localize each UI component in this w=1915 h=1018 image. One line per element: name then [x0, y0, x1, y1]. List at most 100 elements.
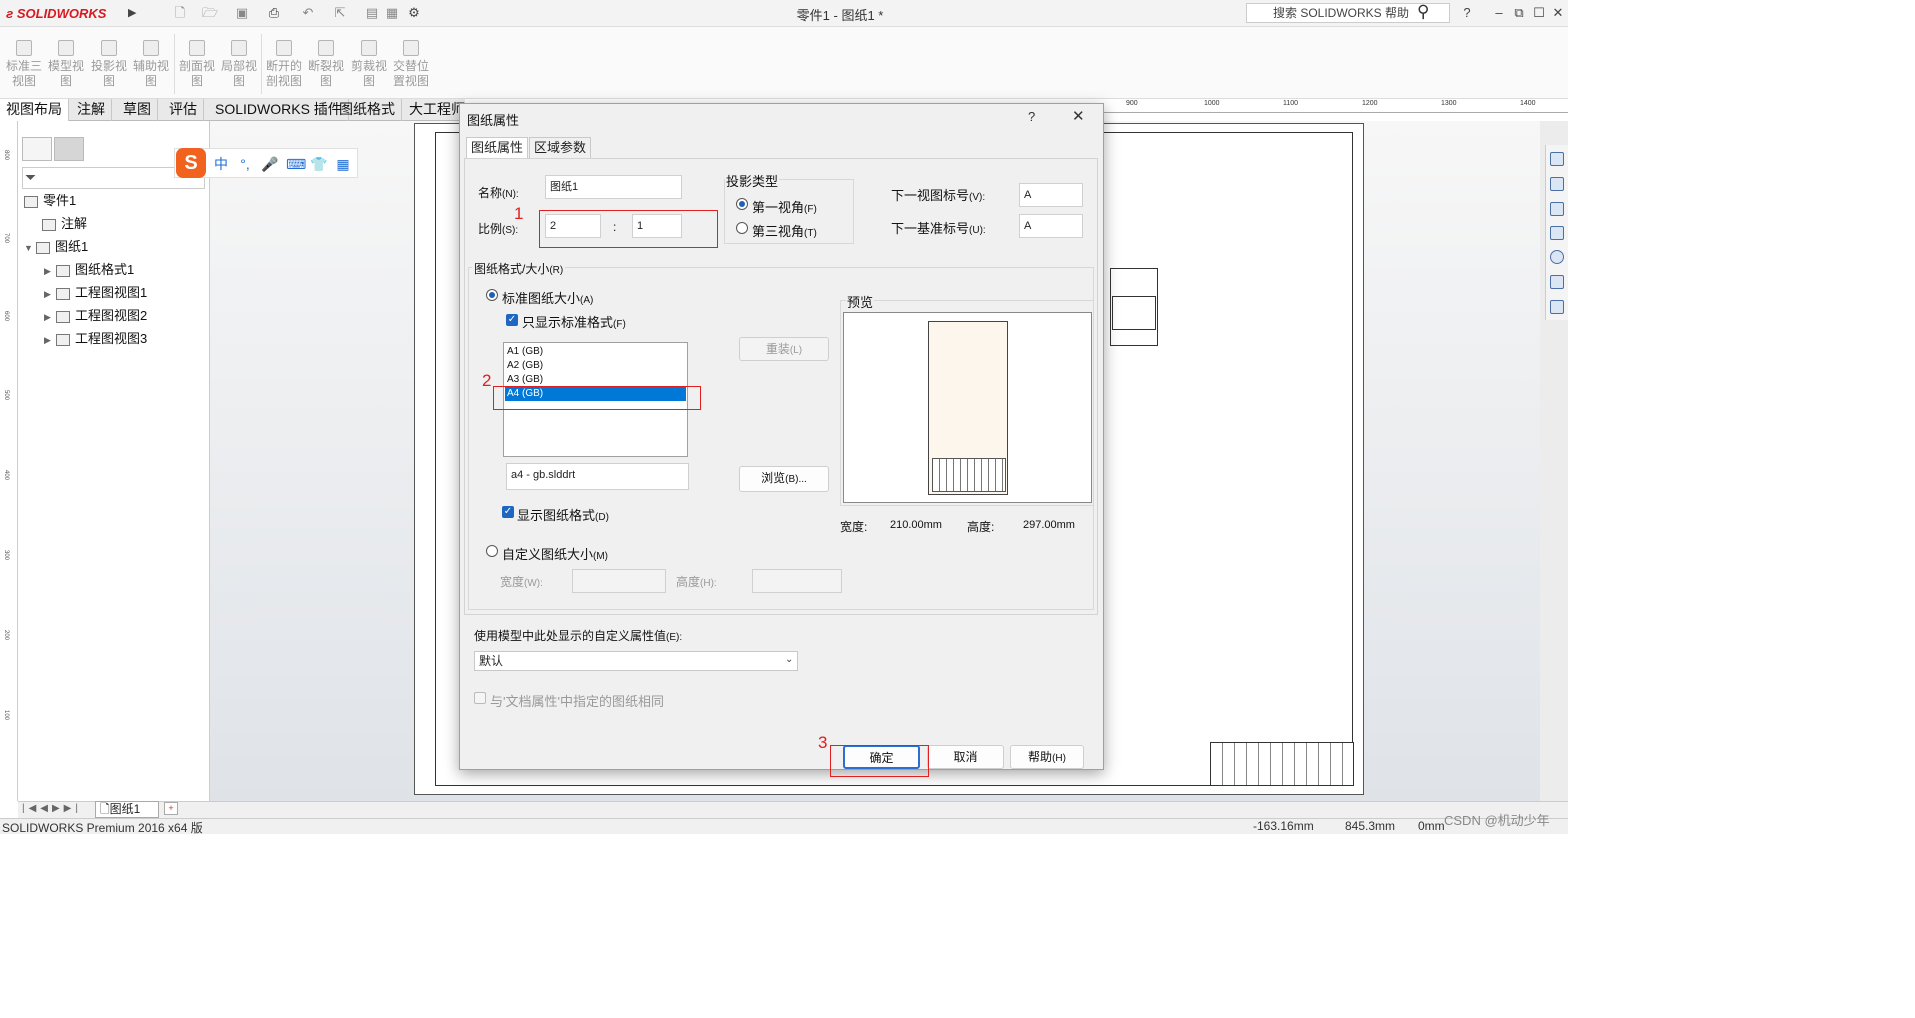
search-icon[interactable]: ⚲ [1417, 2, 1429, 22]
ruler-label: 400 [3, 470, 9, 481]
only-standard-label[interactable]: 只显示标准格式(F) [522, 312, 626, 331]
options-gear-icon[interactable]: ⚙ [404, 4, 424, 22]
tab-addins[interactable]: SOLIDWORKS 插件 [209, 99, 349, 121]
tab-annotation[interactable]: 注解 [71, 99, 112, 121]
ruler-label: 900 [1126, 100, 1138, 107]
list-item[interactable]: A1 (GB) [505, 345, 686, 359]
tree-item-view1[interactable]: ▶ 工程图视图1 [44, 283, 147, 303]
menu-expand-icon[interactable]: ▶ [128, 4, 140, 22]
tree-item-sheet[interactable]: ▼ 图纸1 [24, 237, 88, 257]
ime-language-toggle[interactable]: 中 [212, 156, 230, 172]
file-properties-icon[interactable]: ▦ [382, 4, 402, 22]
dialog-help-icon[interactable]: ? [1028, 109, 1035, 124]
list-item[interactable]: A2 (GB) [505, 359, 686, 373]
save-icon[interactable]: ▣ [232, 4, 252, 22]
tab-sketch[interactable]: 草图 [117, 99, 158, 121]
open-file-icon[interactable]: 🗁 [200, 4, 220, 22]
home-icon[interactable] [1550, 152, 1564, 166]
help-menu[interactable]: ? [1458, 4, 1476, 22]
custom-size-label[interactable]: 自定义图纸大小(M) [502, 544, 608, 563]
sheet-tab[interactable]: 🗋图纸1 [95, 801, 159, 818]
first-angle-label[interactable]: 第一视角(F) [752, 197, 817, 216]
alternate-position-button[interactable]: 交替位 置视图 [390, 40, 432, 89]
same-as-doc-checkbox[interactable] [474, 692, 486, 704]
projected-view-button[interactable]: 投影视图 [88, 40, 130, 89]
ime-punct-toggle[interactable]: °, [236, 156, 254, 172]
auxiliary-view-button[interactable]: 辅助视图 [130, 40, 172, 89]
tree-item-view2[interactable]: ▶ 工程图视图2 [44, 306, 147, 326]
next-view-field[interactable]: A [1019, 183, 1083, 207]
first-angle-radio[interactable] [736, 198, 748, 210]
break-view-button[interactable]: 断裂视图 [305, 40, 347, 89]
ruler-label: 1300 [1441, 100, 1457, 107]
close-icon[interactable]: ✕ [1549, 4, 1567, 22]
tab-zone-parameters[interactable]: 区域参数 [529, 137, 592, 158]
custom-prop-dropdown[interactable]: 默认 [474, 651, 798, 671]
tree-item-annotations[interactable]: 注解 [42, 214, 87, 234]
forum-icon[interactable] [1550, 300, 1564, 314]
standard-size-radio[interactable] [486, 289, 498, 301]
select-icon[interactable]: ⇱ [330, 4, 350, 22]
tab-sheet-format[interactable]: 图纸格式 [333, 99, 402, 121]
feature-manager-tab[interactable] [22, 137, 52, 161]
custom-height-field[interactable] [752, 569, 842, 593]
file-explorer-icon[interactable] [1550, 202, 1564, 216]
microphone-icon[interactable]: 🎤 [261, 156, 279, 172]
rebuild-icon[interactable]: ▤ [362, 4, 382, 22]
keyboard-icon[interactable]: ⌨ [286, 156, 306, 172]
crop-view-button[interactable]: 剪裁视图 [348, 40, 390, 89]
standard-size-label[interactable]: 标准图纸大小(A) [502, 288, 593, 307]
expand-icon[interactable]: ▶ [44, 307, 56, 327]
custom-properties-icon[interactable] [1550, 275, 1564, 289]
tab-view-layout[interactable]: 视图布局 [0, 99, 69, 121]
tab-sheet-properties[interactable]: 图纸属性 [466, 137, 529, 158]
dialog-close-icon[interactable]: ✕ [1072, 107, 1085, 125]
print-icon[interactable]: ⎙ [264, 4, 284, 22]
broken-out-section-button[interactable]: 断开的 剖视图 [263, 40, 305, 89]
restore-icon[interactable]: ⧉ [1510, 4, 1528, 22]
expand-icon[interactable]: ▶ [44, 330, 56, 350]
section-view-button[interactable]: 剖面视图 [176, 40, 218, 89]
new-file-icon[interactable]: 🗋 [170, 4, 190, 22]
custom-width-field[interactable] [572, 569, 666, 593]
sogou-logo-icon[interactable]: S [176, 148, 206, 178]
only-standard-checkbox[interactable]: ✓ [506, 314, 518, 326]
minimize-icon[interactable]: – [1490, 4, 1508, 22]
tab-evaluate[interactable]: 评估 [163, 99, 204, 121]
third-angle-label[interactable]: 第三视角(T) [752, 221, 817, 240]
third-angle-radio[interactable] [736, 222, 748, 234]
appearances-icon[interactable] [1550, 250, 1564, 264]
list-item[interactable]: A3 (GB) [505, 373, 686, 387]
undo-icon[interactable]: ↶ [298, 4, 318, 22]
custom-size-radio[interactable] [486, 545, 498, 557]
collapse-icon[interactable]: ▼ [24, 238, 36, 258]
add-sheet-icon[interactable]: + [164, 802, 178, 815]
tree-item-part[interactable]: 零件1 [24, 191, 76, 211]
standard-3-view-button[interactable]: 标准三 视图 [3, 40, 45, 89]
name-field[interactable]: 图纸1 [545, 175, 682, 199]
toolbox-icon[interactable]: ▦ [334, 156, 352, 172]
reload-button[interactable]: 重装(L) [739, 337, 829, 361]
sheet-nav-arrows[interactable]: |◀◀▶▶| [22, 803, 82, 814]
tree-item-view3[interactable]: ▶ 工程图视图3 [44, 329, 147, 349]
view-palette-icon[interactable] [1550, 226, 1564, 240]
next-datum-field[interactable]: A [1019, 214, 1083, 238]
detail-view-button[interactable]: 局部视图 [218, 40, 260, 89]
browse-button[interactable]: 浏览(B)... [739, 466, 829, 492]
model-view-button[interactable]: 模型视图 [45, 40, 87, 89]
skin-icon[interactable]: 👕 [310, 156, 328, 172]
expand-icon[interactable]: ▶ [44, 284, 56, 304]
cancel-button[interactable]: 取消 [927, 745, 1004, 769]
help-button[interactable]: 帮助(H) [1010, 745, 1084, 769]
property-manager-tab[interactable] [54, 137, 84, 161]
design-library-icon[interactable] [1550, 177, 1564, 191]
show-format-checkbox[interactable]: ✓ [502, 506, 514, 518]
expand-icon[interactable]: ▶ [44, 261, 56, 281]
maximize-icon[interactable]: ☐ [1530, 4, 1548, 22]
annotation-number-3: 3 [818, 733, 828, 752]
format-file-field[interactable]: a4 - gb.slddrt [506, 463, 689, 490]
tree-item-sheet-format[interactable]: ▶ 图纸格式1 [44, 260, 134, 280]
show-format-label[interactable]: 显示图纸格式(D) [517, 505, 609, 524]
same-as-doc-label[interactable]: 与'文档属性'中指定的图纸相同 [490, 691, 664, 710]
solidworks-logo[interactable]: ƨ SOLIDWORKS [6, 3, 124, 25]
